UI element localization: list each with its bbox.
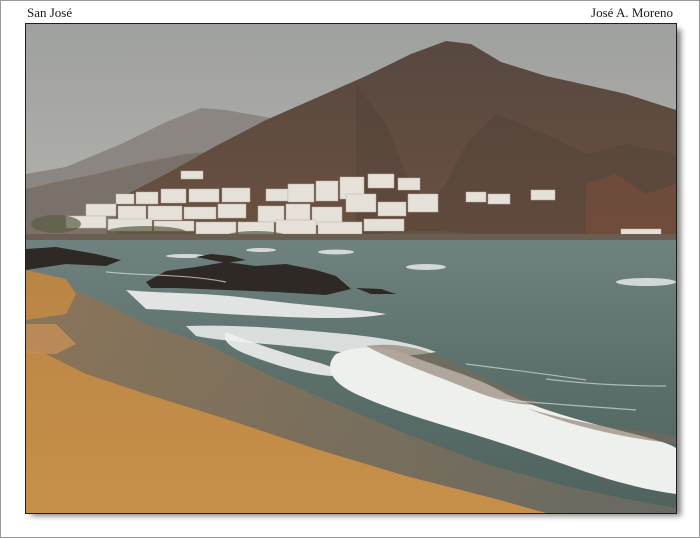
photo-frame [25, 23, 677, 514]
author-caption: José A. Moreno [591, 5, 673, 20]
location-caption: San José [27, 5, 73, 20]
beach-landscape-photo [26, 24, 676, 513]
